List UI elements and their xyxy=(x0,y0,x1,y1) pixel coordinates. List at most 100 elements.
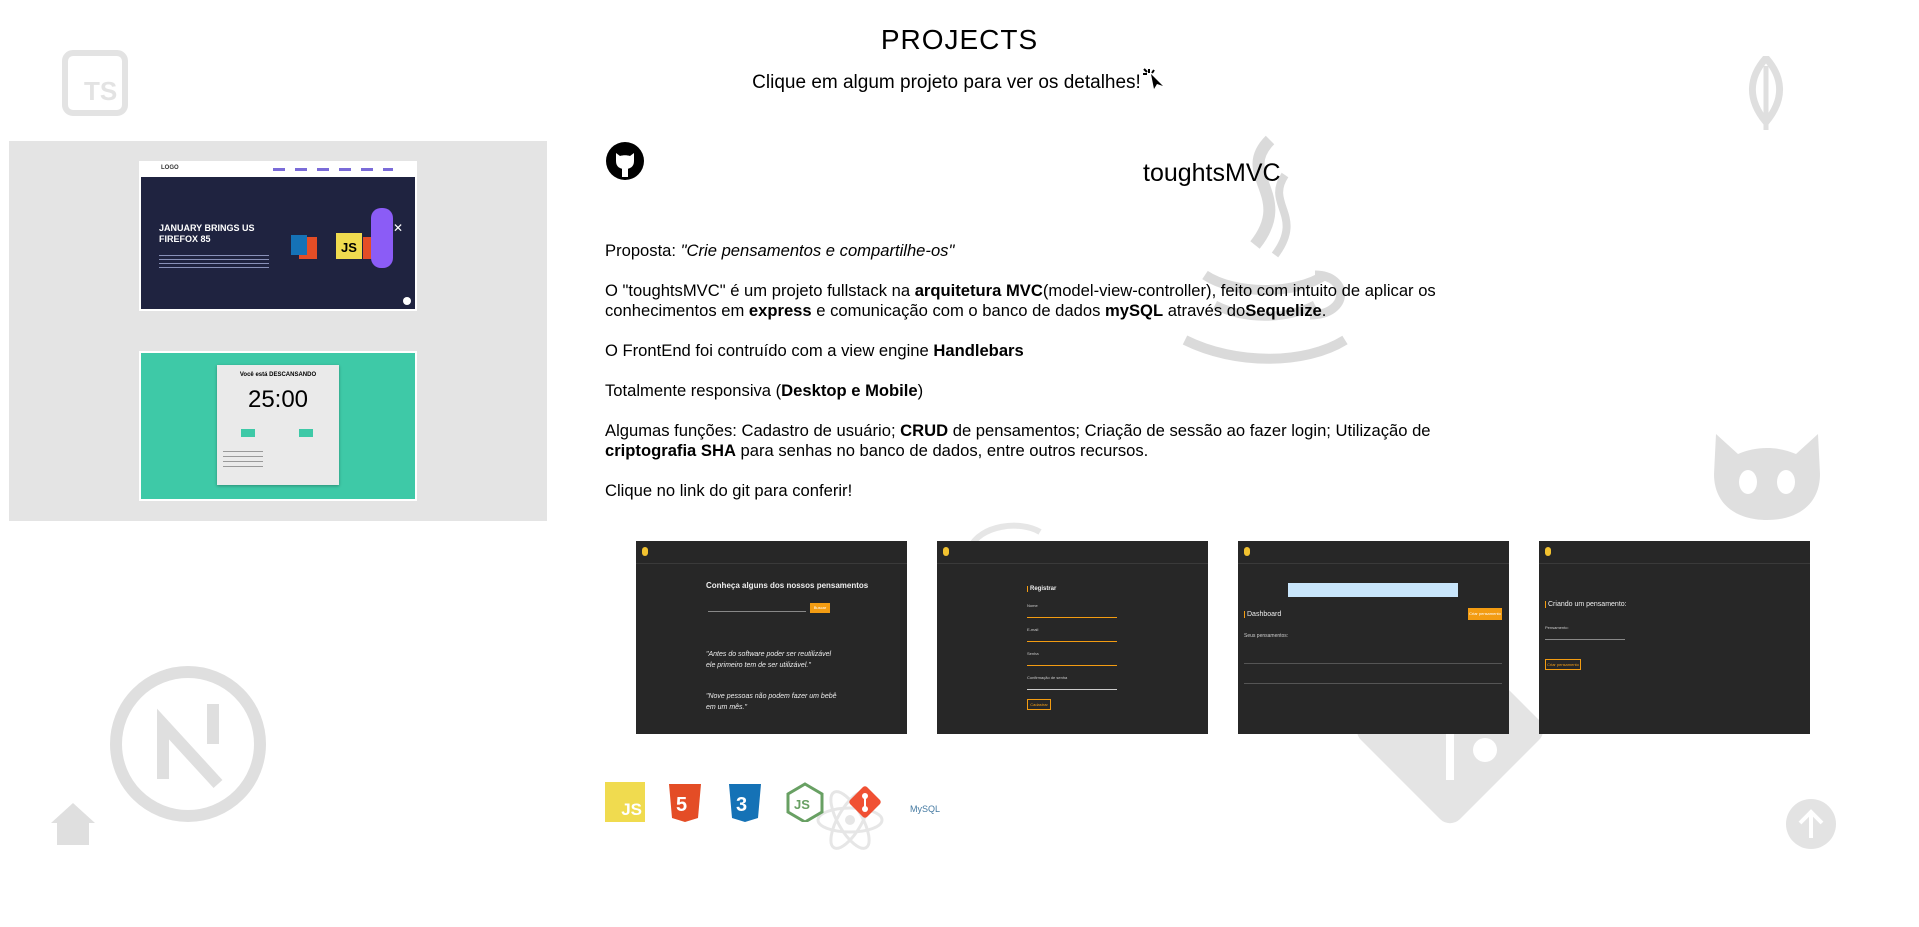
timer-text-lines xyxy=(223,451,263,467)
home-icon[interactable] xyxy=(48,800,98,848)
shot-navbar xyxy=(636,541,907,564)
timer-status: Você está DESCANSANDO xyxy=(239,372,317,378)
shot-button: Criar pensamento xyxy=(1545,659,1581,670)
text-bold: mySQL xyxy=(1104,301,1164,320)
github-link-icon[interactable] xyxy=(605,141,645,181)
description-paragraph-2: O FrontEnd foi contruído com a view engi… xyxy=(605,341,1465,361)
text: O "toughtsMVC" é um projeto fullstack na xyxy=(605,281,915,300)
shot-heading: Conheça alguns dos nossos pensamentos xyxy=(706,581,869,590)
shot-heading: Dashboard xyxy=(1244,611,1281,618)
github-octocat-icon xyxy=(1708,424,1826,524)
page-header: PROJECTS Clique em algum projeto para ve… xyxy=(0,24,1919,94)
project-screenshots: Conheça alguns dos nossos pensamentos Bu… xyxy=(636,541,1810,735)
text: Algumas funções: Cadastro de usuário; xyxy=(605,421,901,440)
project-card-pomodoro[interactable]: Você está DESCANSANDO 25:00 xyxy=(139,351,417,501)
pause-button xyxy=(299,429,313,437)
description-paragraph-1: O "toughtsMVC" é um projeto fullstack na… xyxy=(605,281,1465,321)
shot-heading: Criando um pensamento: xyxy=(1545,601,1627,608)
shot-subheading: Seus pensamentos: xyxy=(1244,633,1289,639)
bulb-icon xyxy=(642,547,648,556)
text: através do xyxy=(1163,301,1246,320)
thumb-body-lines xyxy=(159,255,269,271)
page-subtitle: Clique em algum projeto para ver os deta… xyxy=(0,68,1919,94)
nodejs-icon: JS xyxy=(785,782,825,824)
shot-navbar xyxy=(1539,541,1810,564)
timer-card: Você está DESCANSANDO 25:00 xyxy=(217,365,339,485)
shot-field-4: Confirmação de senha xyxy=(1027,675,1117,690)
screenshot-home[interactable]: Conheça alguns dos nossos pensamentos Bu… xyxy=(636,541,907,734)
bulb-icon xyxy=(1545,547,1551,556)
next-icon xyxy=(108,664,268,824)
text-bold: arquitetura MVC xyxy=(914,281,1043,300)
thumb-logo: LOGO xyxy=(161,165,179,171)
shot-navbar xyxy=(937,541,1208,564)
git-icon xyxy=(845,782,885,822)
javascript-icon: JS xyxy=(605,782,645,822)
bulb-icon xyxy=(1244,547,1250,556)
js-badge: JS xyxy=(336,233,362,259)
svg-text:5: 5 xyxy=(676,794,687,816)
description-paragraph-3: Totalmente responsiva (Desktop e Mobile) xyxy=(605,381,1465,401)
scroll-dot-icon xyxy=(403,297,411,305)
subtitle-text: Clique em algum projeto para ver os deta… xyxy=(752,72,1141,93)
shot-field-3: Senha xyxy=(1027,651,1117,666)
tech-label-js: JS xyxy=(621,800,642,819)
thumb-headline: JANUARY BRINGS US FIREFOX 85 xyxy=(159,223,255,244)
person-figure xyxy=(371,208,393,268)
shot-quote-2: "Nove pessoas não podem fazer um bebê em… xyxy=(706,693,837,711)
scroll-top-icon[interactable] xyxy=(1785,798,1837,850)
project-name: toughtsMVC xyxy=(1143,159,1281,187)
screenshot-register[interactable]: Registrar Nome E-mail Senha Confirmação … xyxy=(937,541,1208,734)
shot-heading: Registrar xyxy=(1027,586,1056,592)
project-list: LOGO JANUARY BRINGS US FIREFOX 85 JS ✕ V… xyxy=(9,141,547,521)
project-card-firefox[interactable]: LOGO JANUARY BRINGS US FIREFOX 85 JS ✕ xyxy=(139,161,417,311)
shot-search xyxy=(708,605,806,612)
bulb-icon xyxy=(943,547,949,556)
proposal: Proposta: "Crie pensamentos e compartilh… xyxy=(605,241,1465,261)
screenshot-create[interactable]: Criando um pensamento: Pensamento: Criar… xyxy=(1539,541,1810,734)
timer-value: 25:00 xyxy=(247,386,309,413)
text-bold: Desktop e Mobile xyxy=(781,381,918,400)
text-bold: criptografia SHA xyxy=(605,441,736,460)
timer-buttons xyxy=(241,429,313,437)
shot-field-1: Nome xyxy=(1027,603,1117,618)
description-paragraph-4: Algumas funções: Cadastro de usuário; CR… xyxy=(605,421,1465,461)
text: . xyxy=(1321,301,1327,320)
mysql-icon: MySQL xyxy=(908,782,948,822)
svg-text:3: 3 xyxy=(736,794,747,816)
text: de pensamentos; Criação de sessão ao faz… xyxy=(948,421,1431,440)
text: O FrontEnd foi contruído com a view engi… xyxy=(605,341,934,360)
html5-icon: 5 xyxy=(667,782,707,822)
text-bold: Handlebars xyxy=(933,341,1024,360)
css3-icon: 3 xyxy=(727,782,767,822)
thumb-navbar: LOGO xyxy=(141,163,415,177)
shot-row-1 xyxy=(1244,651,1502,664)
text: para senhas no banco de dados, entre out… xyxy=(735,441,1149,460)
close-icon: ✕ xyxy=(393,221,404,235)
proposal-label: Proposta: xyxy=(605,241,681,260)
svg-text:JS: JS xyxy=(794,797,810,812)
page-title: PROJECTS xyxy=(880,24,1039,55)
shot-quote-1: "Antes do software poder ser reutilizáve… xyxy=(706,651,832,669)
text-bold: CRUD xyxy=(900,421,949,440)
shot-field-2: E-mail xyxy=(1027,627,1117,642)
text-bold: express xyxy=(748,301,812,320)
shot-banner xyxy=(1288,583,1458,597)
shot-button: Criar pensamento xyxy=(1468,608,1502,620)
text: e comunicação com o banco de dados xyxy=(811,301,1105,320)
tech-label-mysql: MySQL xyxy=(910,804,941,814)
text: Totalmente responsiva ( xyxy=(605,381,782,400)
shot-row-2 xyxy=(1244,671,1502,684)
click-cursor-icon xyxy=(1141,68,1167,90)
start-button xyxy=(241,429,255,437)
screenshot-dashboard[interactable]: Dashboard Criar pensamento Seus pensamen… xyxy=(1238,541,1509,734)
shot-navbar xyxy=(1238,541,1509,564)
shot-button: Buscar xyxy=(810,603,830,613)
shot-button: Cadastrar xyxy=(1027,699,1051,710)
text-bold: Sequelize xyxy=(1245,301,1322,320)
thumb-nav-links xyxy=(273,168,393,171)
description-paragraph-5: Clique no link do git para conferir! xyxy=(605,481,853,500)
text: ) xyxy=(917,381,924,400)
css3-badge xyxy=(291,235,307,255)
shot-field-1: Pensamento: xyxy=(1545,625,1625,640)
